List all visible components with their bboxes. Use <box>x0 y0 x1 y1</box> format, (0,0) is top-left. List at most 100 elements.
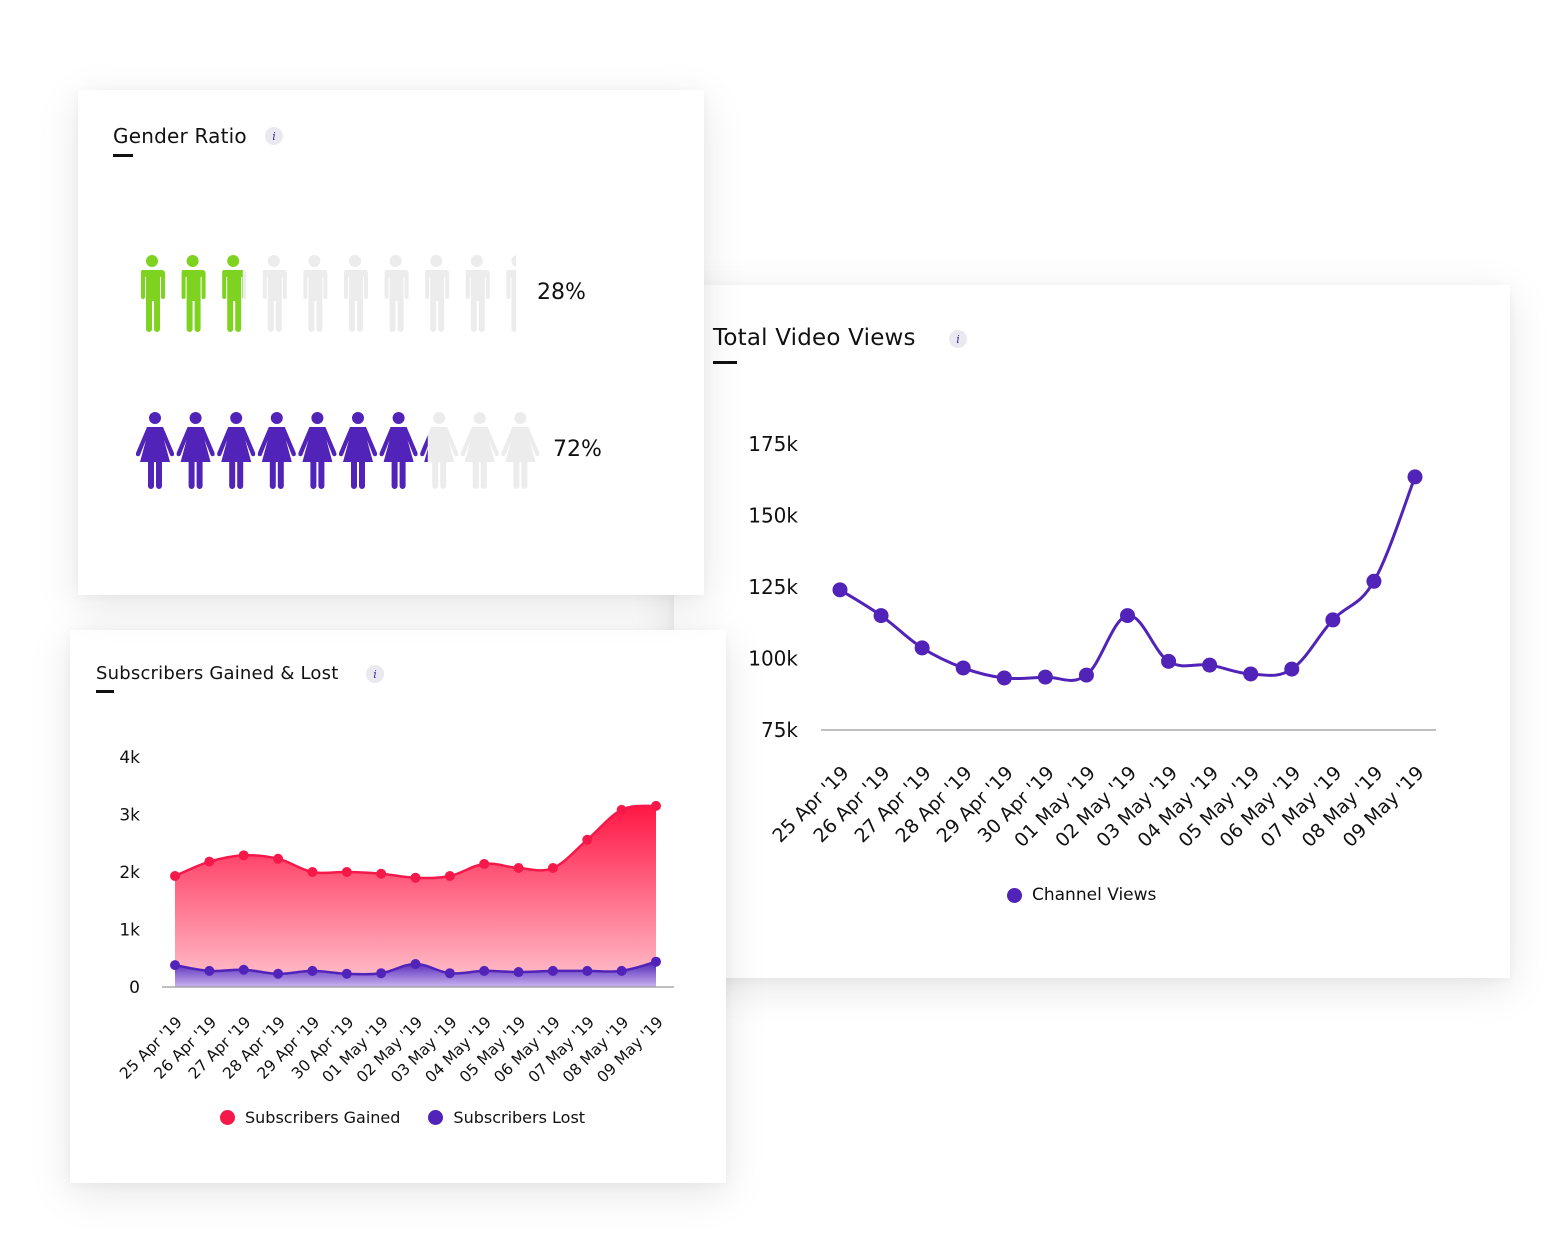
male-person-icon <box>465 255 490 332</box>
subscribers-gained-point[interactable] <box>238 850 249 861</box>
subscribers-lost-point[interactable] <box>410 959 421 969</box>
legend-dot-icon <box>220 1110 235 1125</box>
gender-ratio-card: Gender Ratio i 28% 72% <box>78 90 704 595</box>
views-legend: Channel Views <box>1007 885 1156 905</box>
y-tick-label: 150k <box>748 504 798 528</box>
subscribers-gained-point[interactable] <box>651 800 661 811</box>
y-tick-label: 175k <box>748 432 798 456</box>
female-person-icon <box>257 412 296 489</box>
subscribers-gained-point[interactable] <box>547 862 558 873</box>
y-tick-label: 100k <box>748 647 798 671</box>
male-person-icon <box>303 255 328 332</box>
subscribers-gained-point[interactable] <box>204 856 215 867</box>
female-icon-row <box>136 412 542 490</box>
views-chart: 75k100k125k150k175k25 Apr '1926 Apr '192… <box>748 432 1436 852</box>
subscribers-gained-point[interactable] <box>341 867 352 877</box>
channel-views-point[interactable] <box>1366 573 1382 589</box>
subscribers-lost-point[interactable] <box>307 965 318 976</box>
subscribers-lost-point[interactable] <box>238 964 249 975</box>
legend-item-channel-views[interactable]: Channel Views <box>1007 885 1156 905</box>
subscribers-gained-point[interactable] <box>479 858 490 869</box>
subscribers-lost-point[interactable] <box>547 965 558 976</box>
male-person-icon <box>140 255 165 332</box>
card-title: Gender Ratio <box>113 124 247 148</box>
channel-views-point[interactable] <box>1202 657 1218 673</box>
female-person-icon <box>379 412 418 489</box>
female-person-icon <box>339 412 377 489</box>
subscribers-gained-point[interactable] <box>616 804 627 815</box>
channel-views-point[interactable] <box>1325 612 1341 628</box>
info-icon[interactable]: i <box>265 127 283 145</box>
channel-views-point[interactable] <box>1407 469 1423 485</box>
channel-views-point[interactable] <box>955 660 971 676</box>
channel-views-point[interactable] <box>1161 653 1177 669</box>
female-icons <box>136 412 540 489</box>
channel-views-point[interactable] <box>914 640 930 656</box>
female-person-icon <box>501 412 540 489</box>
male-person-icon <box>262 255 287 332</box>
channel-views-point[interactable] <box>873 608 889 624</box>
male-person-icon <box>425 255 450 332</box>
y-tick-label: 3k <box>119 806 140 826</box>
subscribers-lost-point[interactable] <box>204 965 215 976</box>
subscribers-gained-point[interactable] <box>170 871 180 882</box>
subscribers-lost-point[interactable] <box>479 965 490 976</box>
male-icon-row <box>136 255 516 333</box>
subs-legend: Subscribers Gained Subscribers Lost <box>220 1108 585 1127</box>
subscribers-chart: 01k2k3k4k25 Apr '1926 Apr '1927 Apr '192… <box>116 748 674 1086</box>
channel-views-point[interactable] <box>1243 666 1259 682</box>
subscribers-lost-point[interactable] <box>273 968 284 979</box>
subscribers-gained-point[interactable] <box>410 872 421 883</box>
y-tick-label: 125k <box>748 575 798 599</box>
male-person-icon <box>222 255 247 332</box>
legend-dot-icon <box>428 1110 444 1125</box>
title-underline <box>113 154 133 157</box>
channel-views-point[interactable] <box>832 582 848 598</box>
subscribers-gained-point[interactable] <box>444 871 455 882</box>
legend-label: Subscribers Lost <box>453 1108 586 1127</box>
subscribers-gained-point[interactable] <box>273 853 284 864</box>
total-video-views-card: Total Video Views i 75k 100k 125k 150k 175k 2… <box>674 285 1510 978</box>
subscribers-lost-point[interactable] <box>582 965 593 976</box>
y-tick-label: 1k <box>119 921 140 941</box>
female-person-icon <box>217 412 256 489</box>
subscribers-lost-point[interactable] <box>513 967 524 978</box>
subscribers-lost-point[interactable] <box>170 960 180 971</box>
subscribers-lost-point[interactable] <box>616 965 627 976</box>
female-percent: 72% <box>553 437 602 462</box>
channel-views-point[interactable] <box>1037 669 1053 685</box>
legend-label: Subscribers Gained <box>245 1108 401 1127</box>
male-person-icon <box>181 255 206 332</box>
y-tick-label: 75k <box>761 718 798 742</box>
subscribers-lost-point[interactable] <box>341 968 352 979</box>
male-person-icon <box>343 255 368 332</box>
legend-item-subscribers-lost[interactable]: Subscribers Lost <box>428 1108 585 1127</box>
subscribers-lost-point[interactable] <box>376 968 387 979</box>
subscribers-lost-point[interactable] <box>651 956 661 967</box>
legend-label: Channel Views <box>1032 885 1157 905</box>
subscribers-gained-point[interactable] <box>582 834 593 845</box>
y-tick-label: 0 <box>129 978 140 998</box>
male-person-icon <box>384 255 409 332</box>
y-tick-label: 4k <box>119 748 140 768</box>
female-person-icon <box>420 412 459 489</box>
male-icons <box>140 255 516 332</box>
channel-views-point[interactable] <box>1284 661 1300 677</box>
channel-views-point[interactable] <box>1120 608 1135 624</box>
subscribers-gained-point[interactable] <box>307 867 318 877</box>
male-person-icon <box>506 255 516 332</box>
channel-views-point[interactable] <box>1078 667 1094 683</box>
subscribers-card: Subscribers Gained & Lost i 0 1k 2k 3k 4k 25 … <box>70 630 726 1183</box>
subscribers-gained-point[interactable] <box>513 862 524 873</box>
female-person-icon <box>176 412 215 489</box>
subscribers-lost-point[interactable] <box>444 968 455 979</box>
legend-dot-icon <box>1007 887 1022 903</box>
legend-item-subscribers-gained[interactable]: Subscribers Gained <box>220 1108 400 1127</box>
subscribers-gained-point[interactable] <box>376 868 387 879</box>
channel-views-point[interactable] <box>996 670 1012 686</box>
female-person-icon <box>136 412 174 489</box>
female-person-icon <box>460 412 499 489</box>
male-percent: 28% <box>537 280 586 305</box>
y-tick-label: 2k <box>119 863 140 883</box>
female-person-icon <box>298 412 337 489</box>
